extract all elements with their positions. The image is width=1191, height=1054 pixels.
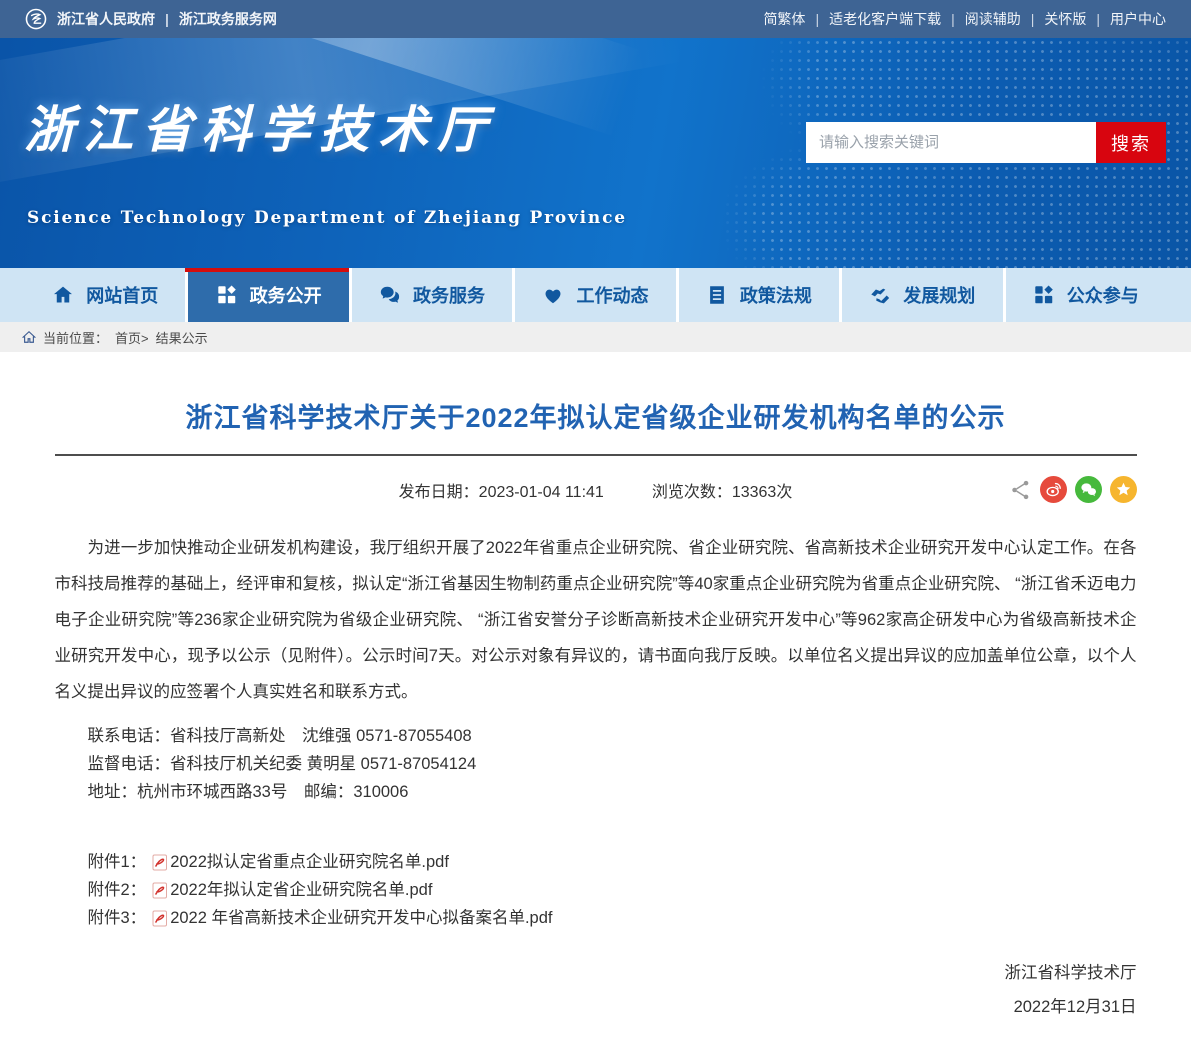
nav-item-label: 发展规划 [903,282,975,308]
attachment-row: 附件2： 2022年拟认定省企业研究院名单.pdf [88,876,1137,904]
breadcrumb-label: 当前位置： [43,328,108,347]
attachment-label: 附件1： [88,848,147,876]
publish-date: 发布日期：2023-01-04 11:41 [399,478,604,502]
nav-item-work-news[interactable]: 工作动态 [512,268,675,322]
top-utility-bar: 浙江省人民政府 浙江政务服务网 简繁体 适老化客户端下载 阅读辅助 关怀版 用户… [0,0,1191,38]
topbar-link-care-version[interactable]: 关怀版 [1021,9,1087,29]
search-button[interactable]: 搜索 [1096,122,1166,163]
nav-item-label: 网站首页 [86,282,158,308]
nav-item-public-participation[interactable]: 公众参与 [1003,268,1166,322]
breadcrumb-home-link[interactable]: 首页> [115,328,149,347]
topbar-link-elderly-client-download[interactable]: 适老化客户端下载 [805,9,941,29]
signature-date: 2022年12月31日 [55,990,1137,1024]
public-participation-icon [1033,284,1055,306]
nav-item-label: 公众参与 [1067,282,1139,308]
pdf-file-icon [152,854,168,871]
nav-item-label: 政务公开 [250,282,322,308]
search-input[interactable] [806,122,1096,163]
home-icon [52,284,74,306]
nav-item-development-plan[interactable]: 发展规划 [839,268,1002,322]
signature-block: 浙江省科学技术厅 2022年12月31日 [55,956,1137,1024]
main-navigation: 网站首页 政务公开 政务服务 工作动态 政策法规 发展规划 公众参与 [0,268,1191,322]
address-postcode: 地址：杭州市环城西路33号 邮编：310006 [55,778,1137,806]
article: 浙江省科学技术厅关于2022年拟认定省级企业研发机构名单的公示 发布日期：202… [55,396,1137,1054]
pdf-file-icon [152,882,168,899]
qzone-share-icon[interactable] [1110,476,1137,503]
weibo-share-icon[interactable] [1040,476,1067,503]
signature-department: 浙江省科学技术厅 [55,956,1137,990]
nav-item-gov-open[interactable]: 政务公开 [185,268,348,322]
article-meta: 发布日期：2023-01-04 11:41 浏览次数：13363次 [55,473,1137,507]
title-divider [55,454,1137,456]
topbar-link-user-center[interactable]: 用户中心 [1086,9,1166,29]
zhejiang-gov-logo-icon [25,8,47,30]
nav-item-label: 政务服务 [413,282,485,308]
attachment-list: 附件1： 2022拟认定省重点企业研究院名单.pdf 附件2： 2022年拟认定… [55,848,1137,932]
breadcrumb: 当前位置： 首页> 结果公示 [0,322,1191,352]
pdf-file-icon [152,910,168,927]
breadcrumb-home-icon [22,330,36,344]
attachment-row: 附件3： 2022 年省高新技术企业研究开发中心拟备案名单.pdf [88,904,1137,932]
site-search: 搜索 [806,122,1166,163]
nav-item-gov-service[interactable]: 政务服务 [349,268,512,322]
topbar-link-reading-assist[interactable]: 阅读辅助 [941,9,1021,29]
attachment-link[interactable]: 2022拟认定省重点企业研究院名单.pdf [170,848,449,876]
site-banner: 浙江省科学技术厅 Science Technology Department o… [0,38,1191,268]
topbar-link-simplified-traditional[interactable]: 简繁体 [763,9,805,29]
site-title: 浙江省科学技术厅 [24,90,496,162]
wechat-share-icon[interactable] [1075,476,1102,503]
gov-service-icon [379,284,401,306]
topbar-link-service-portal[interactable]: 浙江政务服务网 [155,9,277,29]
breadcrumb-current: 结果公示 [156,328,208,347]
nav-item-policy-law[interactable]: 政策法规 [676,268,839,322]
contact-phone: 联系电话：省科技厅高新处 沈维强 0571-87055408 [55,722,1137,750]
topbar-link-provincial-gov[interactable]: 浙江省人民政府 [57,9,155,29]
article-title: 浙江省科学技术厅关于2022年拟认定省级企业研发机构名单的公示 [55,396,1137,435]
share-buttons [1010,476,1137,503]
nav-item-label: 政策法规 [740,282,812,308]
nav-item-label: 工作动态 [576,282,648,308]
attachment-link[interactable]: 2022 年省高新技术企业研究开发中心拟备案名单.pdf [170,904,552,932]
attachment-link[interactable]: 2022年拟认定省企业研究院名单.pdf [170,876,432,904]
share-icon[interactable] [1010,479,1032,501]
article-paragraph: 为进一步加快推动企业研发机构建设，我厅组织开展了2022年省重点企业研究院、省企… [55,530,1137,710]
site-subtitle-english: Science Technology Department of Zhejian… [27,208,627,228]
supervision-phone: 监督电话：省科技厅机关纪委 黄明星 0571-87054124 [55,750,1137,778]
contact-info: 联系电话：省科技厅高新处 沈维强 0571-87055408 监督电话：省科技厅… [55,722,1137,806]
attachment-row: 附件1： 2022拟认定省重点企业研究院名单.pdf [88,848,1137,876]
development-plan-icon [869,284,891,306]
attachment-label: 附件2： [88,876,147,904]
work-news-icon [542,284,564,306]
view-count: 浏览次数：13363次 [652,478,793,502]
policy-law-icon [706,284,728,306]
gov-open-icon [216,284,238,306]
attachment-label: 附件3： [88,904,147,932]
nav-item-home[interactable]: 网站首页 [25,268,185,322]
